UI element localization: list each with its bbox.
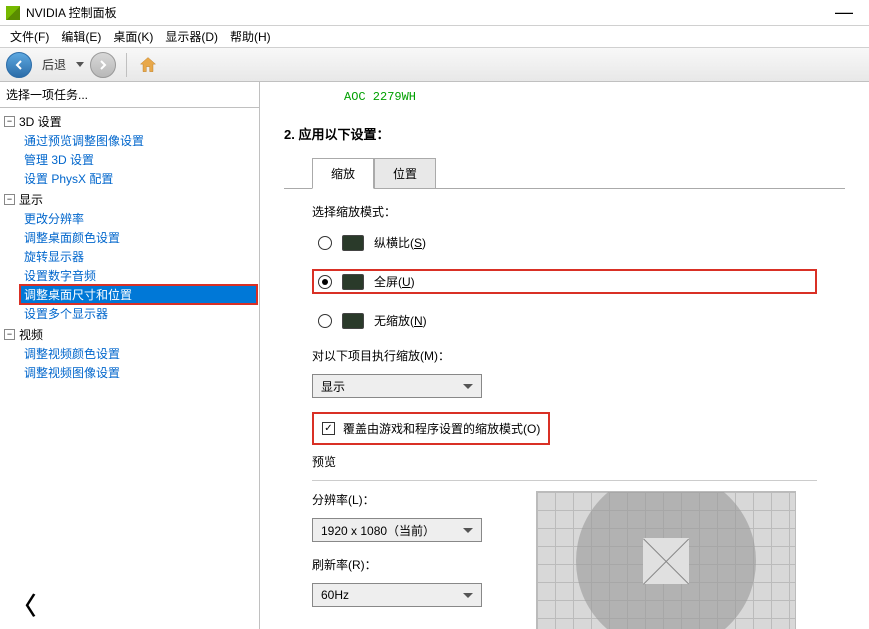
tab-bar: 缩放 位置 [312, 157, 845, 188]
tab-position[interactable]: 位置 [374, 158, 436, 189]
tree-item-desktop-color[interactable]: 调整桌面颜色设置 [20, 228, 257, 247]
scale-mode-label: 选择缩放模式： [312, 203, 817, 220]
tree-item-resolution[interactable]: 更改分辨率 [20, 209, 257, 228]
menu-bar: 文件(F) 编辑(E) 桌面(K) 显示器(D) 帮助(H) [0, 26, 869, 48]
tree-item-physx[interactable]: 设置 PhysX 配置 [20, 169, 257, 188]
resolution-label: 分辨率(L)： [312, 491, 512, 508]
radio-none-label: 无缩放(N) [374, 312, 427, 329]
tree-group-3d-label[interactable]: −3D 设置 [2, 112, 257, 131]
preview-grid [536, 491, 796, 629]
perform-scaling-label: 对以下项目执行缩放(M)： [312, 347, 817, 364]
radio-aspect-label: 纵横比(S) [374, 234, 426, 251]
scale-tab-panel: 选择缩放模式： 纵横比(S) 全屏(U) 无缩放(N) 对以下项目执行缩放(M)… [284, 188, 845, 629]
radio-no-scaling[interactable]: 无缩放(N) [312, 308, 817, 333]
collapse-icon[interactable]: − [4, 329, 15, 340]
tree-group-video-label[interactable]: −视频 [2, 325, 257, 344]
toolbar-separator [126, 53, 127, 77]
monitor-icon [342, 313, 364, 329]
tree-group-3d: −3D 设置 通过预览调整图像设置 管理 3D 设置 设置 PhysX 配置 [2, 112, 257, 188]
forward-button[interactable] [90, 52, 116, 78]
back-button[interactable] [6, 52, 32, 78]
preview-label: 预览 [312, 453, 817, 470]
main-area: 选择一项任务... −3D 设置 通过预览调整图像设置 管理 3D 设置 设置 … [0, 82, 869, 629]
divider [312, 480, 817, 481]
back-history-dropdown[interactable] [76, 62, 84, 67]
radio-icon [318, 236, 332, 250]
tree-group-video: −视频 调整视频颜色设置 调整视频图像设置 [2, 325, 257, 382]
resolution-select[interactable]: 1920 x 1080（当前） [312, 518, 482, 542]
tree-group-display-label[interactable]: −显示 [2, 190, 257, 209]
monitor-name: AOC 2279WH [344, 90, 845, 104]
title-bar: NVIDIA 控制面板 — [0, 0, 869, 26]
menu-display[interactable]: 显示器(D) [159, 28, 224, 45]
override-scaling-label: 覆盖由游戏和程序设置的缩放模式(O) [343, 420, 540, 437]
tree-item-manage-3d[interactable]: 管理 3D 设置 [20, 150, 257, 169]
menu-edit[interactable]: 编辑(E) [55, 28, 107, 45]
radio-icon [318, 275, 332, 289]
override-scaling-checkbox[interactable]: ✓ 覆盖由游戏和程序设置的缩放模式(O) [312, 412, 550, 445]
back-label: 后退 [42, 56, 66, 73]
checkbox-icon: ✓ [322, 422, 335, 435]
tree-item-video-image[interactable]: 调整视频图像设置 [20, 363, 257, 382]
refresh-rate-select[interactable]: 60Hz [312, 583, 482, 607]
tree-item-desktop-size-position[interactable]: 调整桌面尺寸和位置 [20, 285, 257, 304]
nvidia-logo-icon [6, 6, 20, 20]
menu-help[interactable]: 帮助(H) [224, 28, 277, 45]
radio-fullscreen-label: 全屏(U) [374, 273, 415, 290]
collapse-icon[interactable]: − [4, 116, 15, 127]
collapse-icon[interactable]: − [4, 194, 15, 205]
preview-section: 分辨率(L)： 1920 x 1080（当前） 刷新率(R)： 60Hz 本机分… [312, 491, 817, 629]
monitor-icon [342, 274, 364, 290]
tree-item-digital-audio[interactable]: 设置数字音频 [20, 266, 257, 285]
window-title: NVIDIA 控制面板 [26, 4, 117, 21]
toolbar: 后退 [0, 48, 869, 82]
task-tree: −3D 设置 通过预览调整图像设置 管理 3D 设置 设置 PhysX 配置 −… [0, 108, 259, 578]
radio-fullscreen[interactable]: 全屏(U) [312, 269, 817, 294]
menu-file[interactable]: 文件(F) [4, 28, 55, 45]
minimize-button[interactable]: — [825, 2, 863, 23]
tree-item-preview-3d[interactable]: 通过预览调整图像设置 [20, 131, 257, 150]
radio-aspect-ratio[interactable]: 纵横比(S) [312, 230, 817, 255]
section-heading: 2. 应用以下设置： [284, 124, 845, 143]
tree-item-video-color[interactable]: 调整视频颜色设置 [20, 344, 257, 363]
monitor-icon [342, 235, 364, 251]
home-button[interactable] [137, 54, 159, 76]
refresh-rate-label: 刷新率(R)： [312, 556, 512, 573]
menu-desktop[interactable]: 桌面(K) [107, 28, 159, 45]
radio-icon [318, 314, 332, 328]
sidebar-back-chevron[interactable]: 〈 [12, 586, 247, 621]
perform-scaling-select[interactable]: 显示 [312, 374, 482, 398]
sidebar-header: 选择一项任务... [0, 82, 259, 108]
sidebar: 选择一项任务... −3D 设置 通过预览调整图像设置 管理 3D 设置 设置 … [0, 82, 260, 629]
preview-center-icon [643, 538, 689, 584]
content-panel: AOC 2279WH 2. 应用以下设置： 缩放 位置 选择缩放模式： 纵横比(… [260, 82, 869, 629]
tree-group-display: −显示 更改分辨率 调整桌面颜色设置 旋转显示器 设置数字音频 调整桌面尺寸和位… [2, 190, 257, 323]
tree-item-rotate[interactable]: 旋转显示器 [20, 247, 257, 266]
tree-item-multi-display[interactable]: 设置多个显示器 [20, 304, 257, 323]
tab-scale[interactable]: 缩放 [312, 158, 374, 189]
